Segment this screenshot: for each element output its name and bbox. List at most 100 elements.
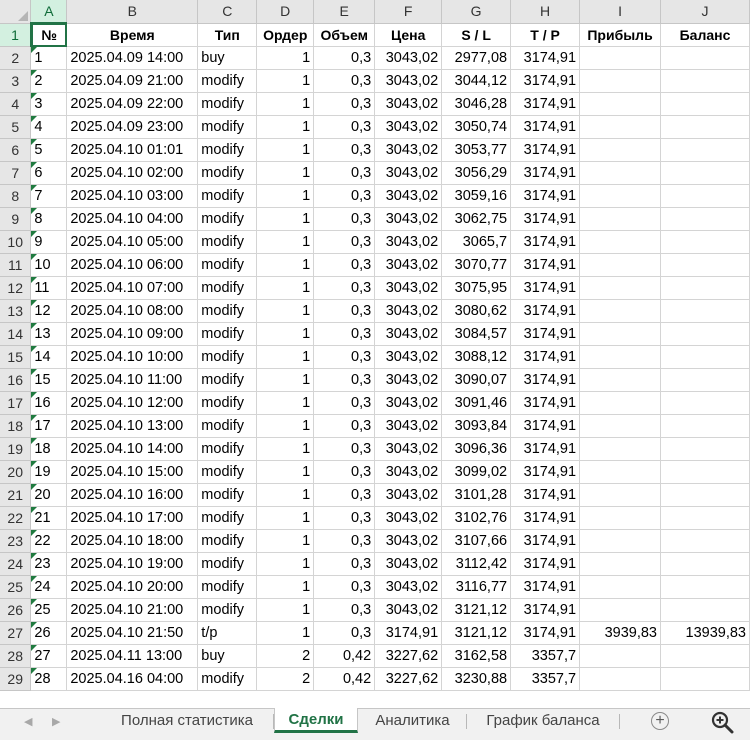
cell[interactable]: 2025.04.10 11:00	[66, 368, 199, 392]
cell[interactable]	[579, 46, 661, 70]
cell[interactable]: 1	[256, 345, 315, 369]
row-header[interactable]: 18	[0, 414, 32, 438]
cell[interactable]: 1	[256, 437, 315, 461]
cell[interactable]: 2025.04.10 12:00	[66, 391, 199, 415]
cell[interactable]	[660, 575, 750, 599]
cell[interactable]: 3043,02	[374, 115, 443, 139]
cell[interactable]: 3174,91	[510, 230, 581, 254]
cell[interactable]: 0,3	[313, 69, 376, 93]
header-cell[interactable]: Прибыль	[579, 23, 661, 47]
cell[interactable]: 1	[256, 230, 315, 254]
cell[interactable]: 1	[30, 46, 68, 70]
cell[interactable]: 3174,91	[374, 621, 443, 645]
cell[interactable]: 3162,58	[441, 644, 512, 668]
cell[interactable]: 3112,42	[441, 552, 512, 576]
column-header-f[interactable]: F	[374, 0, 443, 24]
row-header[interactable]: 8	[0, 184, 32, 208]
cell[interactable]: 0,3	[313, 230, 376, 254]
cell[interactable]: modify	[197, 391, 258, 415]
cell[interactable]: modify	[197, 368, 258, 392]
cell[interactable]: 3174,91	[510, 46, 581, 70]
cell[interactable]: 1	[256, 92, 315, 116]
cell[interactable]: 3174,91	[510, 161, 581, 185]
cell[interactable]: 2025.04.11 13:00	[66, 644, 199, 668]
row-header[interactable]: 24	[0, 552, 32, 576]
tab-balance-chart[interactable]: График баланса	[467, 709, 620, 734]
cell[interactable]	[579, 92, 661, 116]
cell[interactable]: 3174,91	[510, 621, 581, 645]
cell[interactable]: 12	[30, 299, 68, 323]
cell[interactable]: 3043,02	[374, 138, 443, 162]
cell[interactable]: 25	[30, 598, 68, 622]
header-cell[interactable]: Время	[66, 23, 199, 47]
row-header[interactable]: 12	[0, 276, 32, 300]
cell[interactable]: 28	[30, 667, 68, 691]
cell[interactable]: 1	[256, 529, 315, 553]
cell[interactable]: 3174,91	[510, 69, 581, 93]
cell[interactable]: 0,3	[313, 322, 376, 346]
cell[interactable]: 3043,02	[374, 230, 443, 254]
cell[interactable]: 3043,02	[374, 483, 443, 507]
cell[interactable]: 3096,36	[441, 437, 512, 461]
cell[interactable]	[579, 368, 661, 392]
cell[interactable]: 0,3	[313, 506, 376, 530]
cell[interactable]: 1	[256, 184, 315, 208]
cell[interactable]	[579, 575, 661, 599]
cell[interactable]: 0,3	[313, 414, 376, 438]
cell[interactable]: 2025.04.10 17:00	[66, 506, 199, 530]
cell[interactable]: modify	[197, 69, 258, 93]
cell[interactable]	[660, 368, 750, 392]
cell[interactable]: 3046,28	[441, 92, 512, 116]
cell[interactable]	[579, 506, 661, 530]
cell[interactable]	[660, 207, 750, 231]
cell[interactable]: 2025.04.10 14:00	[66, 437, 199, 461]
cell[interactable]: 0,3	[313, 621, 376, 645]
cell[interactable]: 1	[256, 299, 315, 323]
cell[interactable]: 3174,91	[510, 253, 581, 277]
cell[interactable]: 3	[30, 92, 68, 116]
cell[interactable]: 3174,91	[510, 414, 581, 438]
column-header-h[interactable]: H	[510, 0, 581, 24]
cell[interactable]: buy	[197, 644, 258, 668]
cell[interactable]: 2025.04.10 04:00	[66, 207, 199, 231]
cell[interactable]	[660, 92, 750, 116]
header-cell[interactable]: S / L	[441, 23, 512, 47]
cell[interactable]	[660, 345, 750, 369]
cell[interactable]: 2025.04.09 21:00	[66, 69, 199, 93]
cell[interactable]: 1	[256, 621, 315, 645]
cell[interactable]: 9	[30, 230, 68, 254]
cell[interactable]: 3053,77	[441, 138, 512, 162]
cell[interactable]	[579, 437, 661, 461]
cell[interactable]: 2025.04.10 08:00	[66, 299, 199, 323]
cell[interactable]	[660, 598, 750, 622]
cell[interactable]: modify	[197, 552, 258, 576]
cell[interactable]: modify	[197, 230, 258, 254]
cell[interactable]: 3088,12	[441, 345, 512, 369]
cell[interactable]: 3075,95	[441, 276, 512, 300]
cell[interactable]	[579, 276, 661, 300]
cell[interactable]: 3070,77	[441, 253, 512, 277]
cell[interactable]: modify	[197, 92, 258, 116]
cell[interactable]: 21	[30, 506, 68, 530]
cell[interactable]: 0,3	[313, 552, 376, 576]
cell[interactable]	[579, 299, 661, 323]
cell[interactable]: 6	[30, 161, 68, 185]
cell[interactable]: 2025.04.10 15:00	[66, 460, 199, 484]
cell[interactable]: modify	[197, 253, 258, 277]
cell[interactable]: 3174,91	[510, 529, 581, 553]
column-header-e[interactable]: E	[313, 0, 376, 24]
cell[interactable]: 3174,91	[510, 575, 581, 599]
row-header[interactable]: 19	[0, 437, 32, 461]
cell[interactable]	[579, 644, 661, 668]
cell[interactable]: 3043,02	[374, 184, 443, 208]
header-cell[interactable]: Цена	[374, 23, 443, 47]
cell[interactable]: 19	[30, 460, 68, 484]
cell[interactable]	[579, 552, 661, 576]
cell[interactable]: 7	[30, 184, 68, 208]
cell[interactable]: 1	[256, 598, 315, 622]
cell[interactable]: 2977,08	[441, 46, 512, 70]
row-header[interactable]: 25	[0, 575, 32, 599]
column-header-d[interactable]: D	[256, 0, 315, 24]
cell[interactable]: modify	[197, 161, 258, 185]
cell[interactable]: 2025.04.10 16:00	[66, 483, 199, 507]
